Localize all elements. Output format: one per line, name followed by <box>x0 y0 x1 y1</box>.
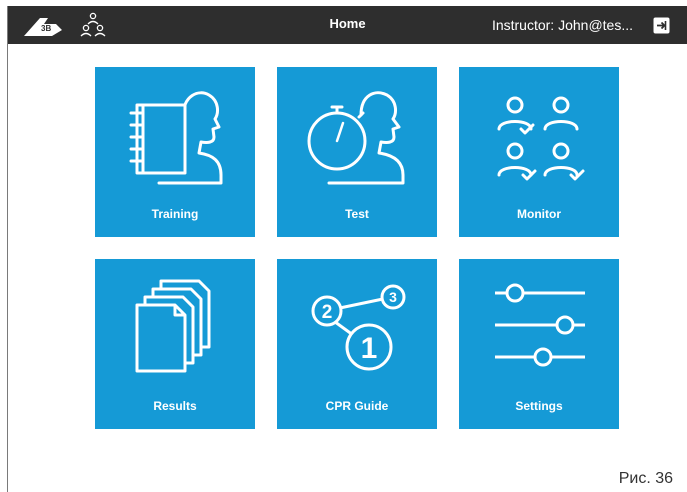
settings-tile[interactable]: Settings <box>459 259 619 429</box>
top-bar: 3B Home Instructor: John@tes... <box>8 6 687 44</box>
results-tile[interactable]: Results <box>95 259 255 429</box>
monitor-tile[interactable]: Monitor <box>459 67 619 237</box>
tile-label-results: Results <box>153 399 197 413</box>
instructor-label: Instructor: John@tes... <box>491 17 633 33</box>
settings-sliders-icon <box>495 283 585 367</box>
training-tile[interactable]: Training <box>95 67 255 237</box>
svg-text:3B: 3B <box>41 24 51 33</box>
logout-icon[interactable] <box>653 17 670 34</box>
tile-label-monitor: Monitor <box>517 207 561 221</box>
3b-logo-icon[interactable]: 3B <box>22 14 64 38</box>
svg-text:1: 1 <box>361 332 378 365</box>
test-stopwatch-icon <box>307 91 405 185</box>
training-icon <box>129 91 223 185</box>
tile-label-training: Training <box>151 207 199 221</box>
cpr-guide-steps-icon: 2 3 1 <box>311 284 406 371</box>
cpr-guide-tile[interactable]: 2 3 1 CPR Guide <box>277 259 437 429</box>
svg-text:3: 3 <box>389 289 397 305</box>
results-documents-icon <box>135 279 211 373</box>
users-icon[interactable] <box>80 11 106 39</box>
figure-caption: Рис. 36 <box>618 470 673 487</box>
tile-label-settings: Settings <box>515 399 563 413</box>
monitor-users-icon <box>497 96 585 181</box>
svg-text:2: 2 <box>322 302 333 323</box>
test-tile[interactable]: Test <box>277 67 437 237</box>
tile-label-cpr-guide: CPR Guide <box>325 399 389 413</box>
tile-label-test: Test <box>345 207 369 221</box>
